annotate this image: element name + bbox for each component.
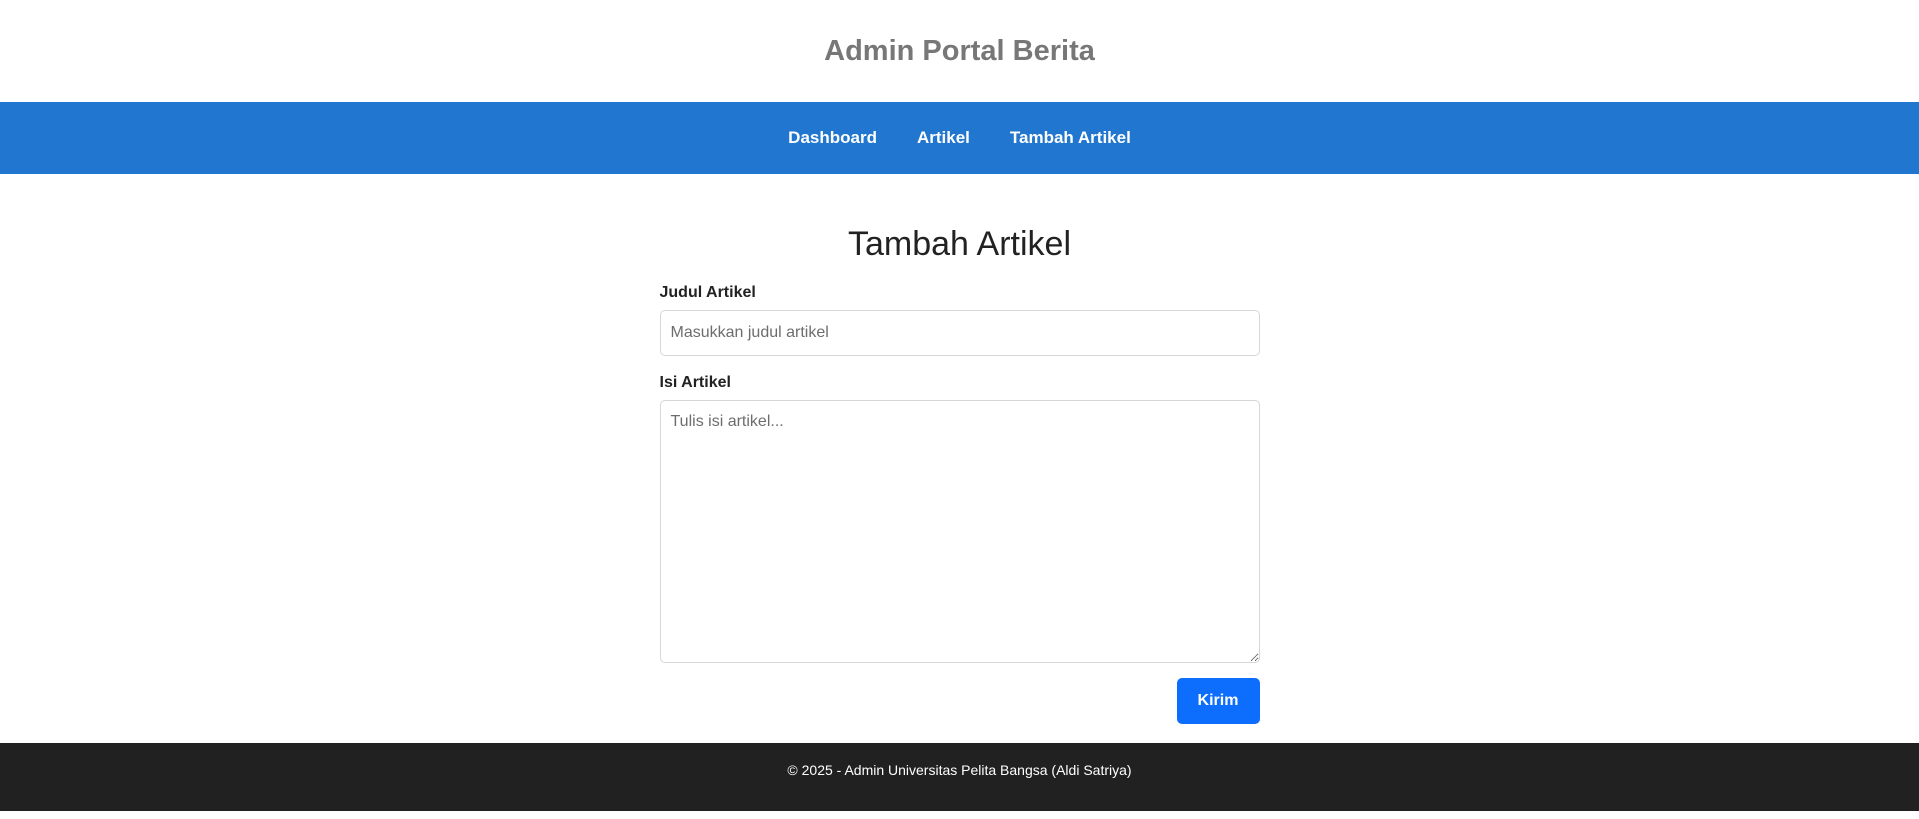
article-content-textarea[interactable] [659, 400, 1260, 663]
add-article-form: Judul Artikel Isi Artikel Kirim [659, 284, 1260, 724]
main-content: Tambah Artikel Judul Artikel Isi Artikel… [659, 174, 1260, 743]
site-footer: © 2025 - Admin Universitas Pelita Bangsa… [0, 743, 1919, 811]
nav-item-tambah-artikel[interactable]: Tambah Artikel [1010, 128, 1131, 148]
footer-copyright: © 2025 - Admin Universitas Pelita Bangsa… [787, 762, 1132, 778]
nav-item-dashboard[interactable]: Dashboard [788, 128, 877, 148]
submit-button[interactable]: Kirim [1176, 678, 1260, 724]
article-title-input[interactable] [659, 310, 1260, 356]
form-actions: Kirim [660, 678, 1260, 724]
main-navbar: Dashboard Artikel Tambah Artikel [0, 102, 1919, 174]
nav-item-artikel[interactable]: Artikel [917, 128, 970, 148]
article-content-label: Isi Artikel [659, 374, 731, 391]
site-title: Admin Portal Berita [824, 34, 1095, 67]
site-header: Admin Portal Berita [0, 0, 1919, 102]
page-title: Tambah Artikel [848, 225, 1071, 263]
article-title-label: Judul Artikel [659, 284, 756, 301]
